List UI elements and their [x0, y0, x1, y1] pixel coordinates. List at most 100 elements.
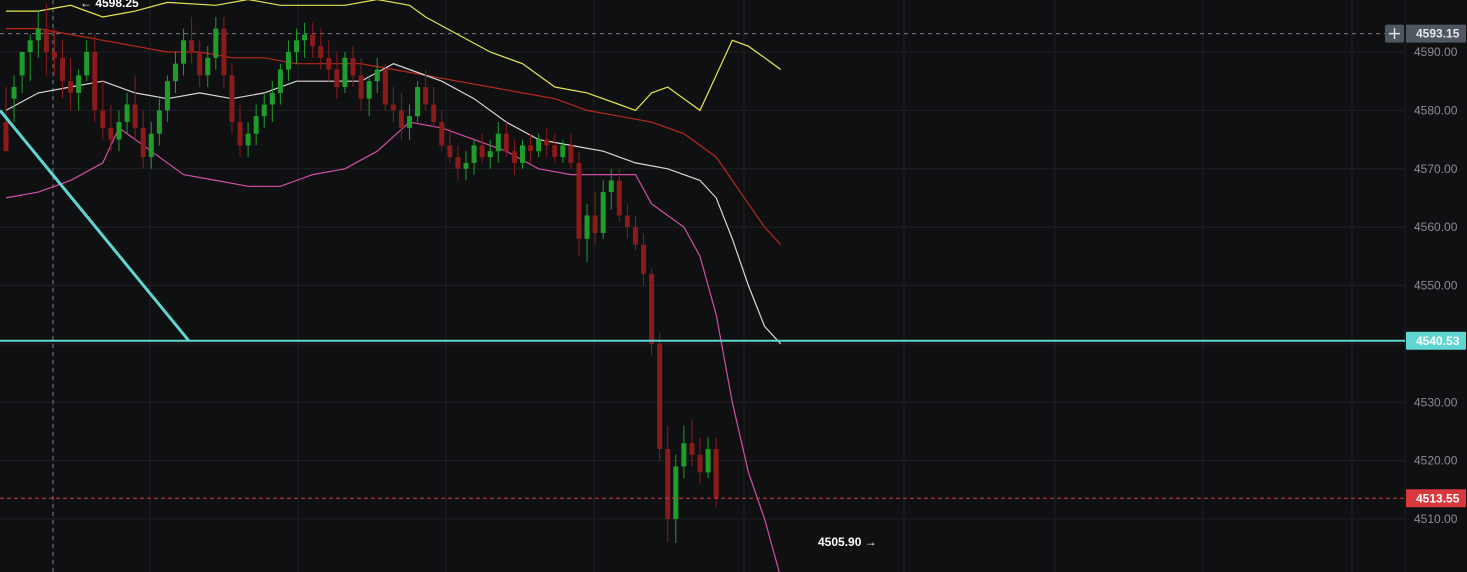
candle[interactable]	[415, 81, 421, 123]
candle-body	[576, 162, 582, 239]
crosshair-add-button[interactable]	[1385, 24, 1404, 43]
candle-body	[100, 110, 106, 128]
candle-body	[181, 40, 187, 64]
candle-body	[19, 52, 25, 76]
candle-body	[455, 157, 461, 169]
candle-body	[568, 145, 574, 163]
chart-container[interactable]: 4590.00 4580.00 4570.00 4560.00 4550.00 4530.…	[0, 0, 1467, 572]
candle-body	[463, 162, 469, 169]
price-axis[interactable]: 4590.00 4580.00 4570.00 4560.00 4550.00 4530.…	[1414, 45, 1458, 526]
candle-body	[277, 69, 283, 93]
last-price-tag[interactable]: 4513.55	[1406, 489, 1466, 508]
low-annotation: 4505.90 →	[818, 535, 877, 549]
candle-body	[237, 122, 243, 146]
candle-body	[253, 116, 259, 134]
horizontal-line-price-tag[interactable]: 4540.53	[1406, 331, 1466, 350]
candle-body	[261, 104, 267, 117]
candle-body	[140, 127, 146, 158]
candle-body	[229, 75, 235, 123]
candle-body	[632, 227, 638, 245]
candle-body	[487, 151, 493, 158]
candle-body	[503, 133, 509, 152]
candle-body	[390, 104, 396, 111]
candle-body	[398, 110, 404, 128]
candle-body	[51, 52, 57, 58]
candle-body	[528, 145, 534, 152]
candle-body	[495, 133, 501, 152]
candle-body	[479, 145, 485, 158]
candle-body	[116, 122, 122, 140]
candle[interactable]	[649, 267, 655, 356]
candle-body	[294, 40, 300, 52]
candle-body	[382, 69, 388, 105]
horizontal-line-price-tag-label: 4540.53	[1416, 334, 1460, 348]
candle-body	[172, 63, 178, 82]
candle-body	[84, 52, 90, 76]
candle-body	[27, 40, 33, 52]
candle-body	[108, 127, 114, 140]
candle-body	[665, 448, 671, 519]
candle-body	[713, 448, 719, 499]
candle-body	[536, 139, 542, 152]
candle-body	[310, 34, 316, 47]
candle-body	[132, 104, 138, 128]
candle-body	[334, 69, 340, 88]
candle-body	[705, 448, 711, 473]
candle-body	[608, 180, 614, 193]
crosshair-price-tag-label: 4593.15	[1416, 27, 1460, 41]
candle-body	[326, 57, 332, 70]
price-tick-label: 4560.00	[1414, 220, 1458, 234]
candle[interactable]	[342, 52, 348, 93]
candle-body	[342, 57, 348, 88]
candle-body	[560, 145, 566, 158]
candle-body	[269, 92, 275, 105]
candle-body	[673, 466, 679, 519]
candle-body	[544, 139, 550, 146]
candle-body	[205, 57, 211, 76]
candle-body	[43, 28, 49, 52]
candle-body	[245, 133, 251, 146]
candle-body	[689, 443, 695, 455]
candle-body	[366, 81, 372, 99]
price-tick-label: 4510.00	[1414, 512, 1458, 526]
candle-body	[471, 145, 477, 163]
candle-body	[649, 273, 655, 344]
candle-body	[407, 116, 412, 128]
candle-body	[213, 28, 219, 58]
candle-body	[511, 151, 517, 163]
candle-body	[156, 110, 162, 134]
candle-body	[374, 69, 380, 82]
crosshair-price-tag[interactable]: 4593.15	[1406, 24, 1466, 43]
candle-body	[584, 215, 590, 239]
candle-body	[285, 52, 291, 70]
candle-body	[616, 180, 622, 216]
high-annotation: ← 4598.25	[80, 0, 139, 10]
candle-body	[439, 122, 445, 146]
candle-body	[11, 87, 17, 99]
candle-body	[697, 454, 703, 473]
candle-body	[592, 215, 598, 233]
candle-body	[681, 443, 687, 467]
candle-body	[657, 343, 663, 449]
candlestick-chart[interactable]: 4590.00 4580.00 4570.00 4560.00 4550.00 4530.…	[0, 0, 1467, 572]
candle[interactable]	[657, 332, 663, 461]
price-tick-label: 4550.00	[1414, 279, 1458, 293]
candle-body	[350, 57, 356, 76]
candle-body	[431, 104, 437, 123]
candle-body	[197, 52, 203, 76]
candle-body	[302, 34, 308, 41]
candle-body	[3, 122, 9, 152]
candle-body	[415, 87, 421, 117]
candle-body	[221, 28, 227, 76]
candle-body	[552, 145, 558, 158]
candle[interactable]	[382, 63, 388, 111]
candle-body	[600, 192, 606, 233]
candle-body	[164, 81, 170, 111]
price-tick-label: 4570.00	[1414, 162, 1458, 176]
price-tick-label: 4520.00	[1414, 454, 1458, 468]
candle-body	[447, 145, 453, 158]
candle-body	[358, 75, 364, 99]
candle-body	[189, 40, 195, 52]
candle-body	[92, 52, 98, 111]
candle-body	[124, 104, 130, 123]
